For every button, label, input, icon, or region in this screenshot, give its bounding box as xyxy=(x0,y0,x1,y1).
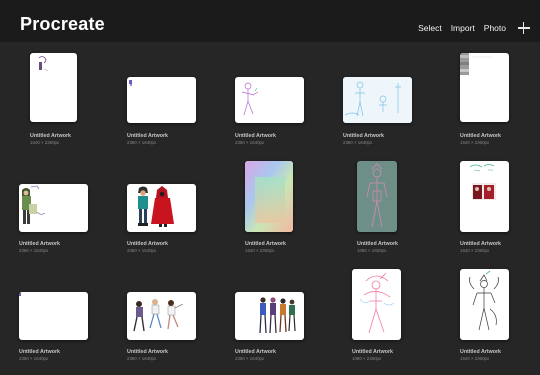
artwork-thumbnail[interactable] xyxy=(460,161,509,232)
artwork-thumbnail[interactable] xyxy=(19,292,88,340)
artwork-tile[interactable]: Untitled Artwork 1640 × 2360px xyxy=(216,150,324,256)
artwork-tile[interactable]: Untitled Artwork 1080 × 1920px xyxy=(324,150,432,256)
artwork-tile[interactable]: Untitled Artwork 2360 × 1640px xyxy=(108,150,216,256)
artwork-tile[interactable]: Untitled Artwork 1080 × 2360px xyxy=(324,258,432,364)
artwork-thumbnail[interactable] xyxy=(357,161,397,232)
artwork-thumbnail[interactable] xyxy=(460,53,509,122)
artwork-thumbnail[interactable] xyxy=(460,269,509,340)
artwork-title: Untitled Artwork xyxy=(235,133,277,139)
artwork-tile[interactable]: Untitled Artwork 2360 × 1640px xyxy=(108,258,216,364)
artwork-dimensions: 2360 × 1640px xyxy=(235,140,265,145)
artwork-tile[interactable]: Untitled Artwork 2360 × 1640px xyxy=(108,42,216,148)
artwork-thumbnail[interactable] xyxy=(352,269,401,340)
artwork-thumbnail[interactable] xyxy=(19,184,88,232)
top-actions: Select Import Photo xyxy=(418,22,530,34)
artwork-dimensions: 2360 × 1640px xyxy=(127,248,157,253)
artwork-dimensions: 2360 × 1640px xyxy=(127,356,157,361)
artwork-tile[interactable]: Untitled Artwork 1640 × 2360px xyxy=(0,42,108,148)
artwork-title: Untitled Artwork xyxy=(460,241,502,247)
artwork-tile[interactable]: Untitled Artwork 2360 × 1640px xyxy=(216,42,324,148)
artwork-thumbnail[interactable] xyxy=(343,77,412,123)
artwork-dimensions: 1640 × 2360px xyxy=(460,356,490,361)
artwork-title: Untitled Artwork xyxy=(357,241,399,247)
photo-button[interactable]: Photo xyxy=(484,23,506,33)
artwork-dimensions: 1080 × 2360px xyxy=(352,356,382,361)
artwork-title: Untitled Artwork xyxy=(19,349,61,355)
artwork-tile[interactable]: Untitled Artwork 2360 × 1640px xyxy=(324,42,432,148)
plus-icon[interactable] xyxy=(518,22,530,34)
app-title: Procreate xyxy=(20,14,105,34)
artwork-title: Untitled Artwork xyxy=(245,241,287,247)
import-button[interactable]: Import xyxy=(451,23,475,33)
artwork-title: Untitled Artwork xyxy=(30,133,72,139)
artwork-title: Untitled Artwork xyxy=(460,349,502,355)
artwork-tile[interactable]: Untitled Artwork 2360 × 1640px xyxy=(0,258,108,364)
artwork-gallery: Untitled Artwork 1640 × 2360px Untitled … xyxy=(0,42,540,375)
artwork-thumbnail[interactable] xyxy=(235,77,304,123)
artwork-title: Untitled Artwork xyxy=(127,133,169,139)
artwork-tile[interactable]: Untitled Artwork 1640 × 2360px xyxy=(432,150,540,256)
artwork-title: Untitled Artwork xyxy=(352,349,394,355)
top-bar: Procreate Select Import Photo xyxy=(0,0,540,42)
artwork-dimensions: 1640 × 2360px xyxy=(30,140,60,145)
artwork-tile[interactable]: Untitled Artwork 1640 × 2360px xyxy=(432,258,540,364)
artwork-title: Untitled Artwork xyxy=(127,349,169,355)
artwork-dimensions: 1640 × 2360px xyxy=(245,248,275,253)
artwork-thumbnail[interactable] xyxy=(235,292,304,340)
artwork-thumbnail[interactable] xyxy=(245,161,293,232)
artwork-tile[interactable]: Untitled Artwork 2360 × 1640px xyxy=(216,258,324,364)
artwork-title: Untitled Artwork xyxy=(343,133,385,139)
artwork-thumbnail[interactable] xyxy=(127,184,196,232)
artwork-dimensions: 2360 × 1640px xyxy=(19,356,49,361)
artwork-title: Untitled Artwork xyxy=(127,241,169,247)
artwork-thumbnail[interactable] xyxy=(127,292,196,340)
select-button[interactable]: Select xyxy=(418,23,442,33)
artwork-dimensions: 1080 × 1920px xyxy=(357,248,387,253)
artwork-title: Untitled Artwork xyxy=(19,241,61,247)
artwork-dimensions: 1640 × 2360px xyxy=(460,140,490,145)
artwork-tile[interactable]: Untitled Artwork 1640 × 2360px xyxy=(432,42,540,148)
artwork-dimensions: 2360 × 1640px xyxy=(127,140,157,145)
artwork-thumbnail[interactable] xyxy=(30,53,77,122)
artwork-dimensions: 2360 × 1640px xyxy=(343,140,373,145)
artwork-tile[interactable]: Untitled Artwork 2360 × 1640px xyxy=(0,150,108,256)
artwork-dimensions: 2360 × 1640px xyxy=(19,248,49,253)
artwork-thumbnail[interactable] xyxy=(127,77,196,123)
artwork-title: Untitled Artwork xyxy=(460,133,502,139)
artwork-dimensions: 2360 × 1640px xyxy=(235,356,265,361)
artwork-dimensions: 1640 × 2360px xyxy=(460,248,490,253)
artwork-title: Untitled Artwork xyxy=(235,349,277,355)
